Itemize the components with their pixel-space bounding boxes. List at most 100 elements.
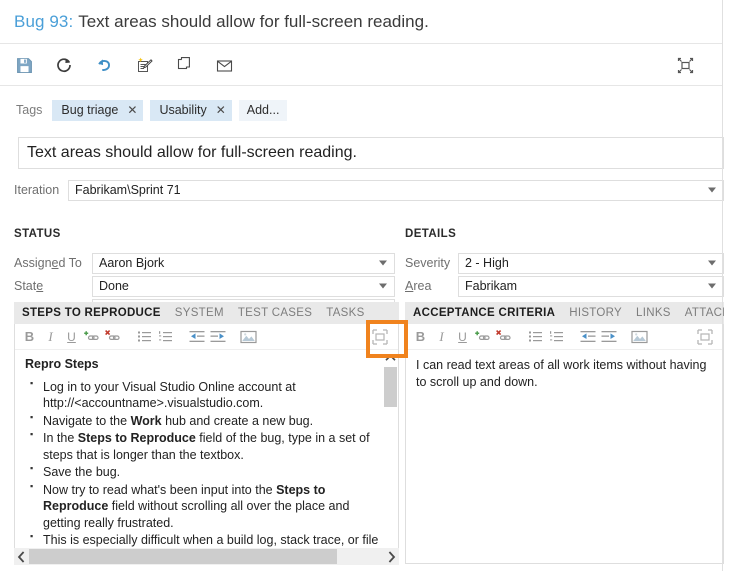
refresh-icon-glyph xyxy=(57,58,71,73)
close-icon[interactable]: ✕ xyxy=(127,103,137,117)
tag-chip[interactable]: Bug triage ✕ xyxy=(52,99,144,121)
tab-steps-to-reproduce[interactable]: STEPS TO REPRODUCE xyxy=(22,307,161,319)
undo-icon[interactable] xyxy=(84,49,124,81)
title-input[interactable]: Text areas should allow for full-screen … xyxy=(18,137,724,169)
details-heading: DETAILS xyxy=(405,228,457,240)
italic-icon[interactable]: I xyxy=(40,326,61,347)
state-combobox[interactable]: Done xyxy=(92,275,395,297)
chevron-down-icon[interactable] xyxy=(708,187,716,193)
field-assigned-to: Assigned To Aaron Bjork xyxy=(14,252,399,274)
severity-value: 2 - High xyxy=(465,256,509,270)
acceptance-criteria-panel: ACCEPTANCE CRITERIA HISTORY LINKS ATTACH… xyxy=(405,302,724,564)
left-rte-toolbar: B I U xyxy=(15,324,398,349)
maximize-icon[interactable] xyxy=(694,326,715,347)
tab-acceptance-criteria[interactable]: ACCEPTANCE CRITERIA xyxy=(413,307,555,319)
chevron-down-icon[interactable] xyxy=(708,283,716,289)
insert-image-icon[interactable] xyxy=(629,326,650,347)
repro-steps-heading: Repro Steps xyxy=(25,357,99,371)
insert-link-icon[interactable] xyxy=(82,326,103,347)
window-edge xyxy=(722,0,723,571)
steps-content: Repro Steps Log in to your Visual Studio… xyxy=(15,350,383,563)
severity-combobox[interactable]: 2 - High xyxy=(458,252,724,274)
steps-vertical-scrollbar[interactable] xyxy=(383,350,398,563)
underline-icon[interactable]: U xyxy=(61,326,82,347)
outdent-icon[interactable] xyxy=(186,326,207,347)
steps-body[interactable]: Repro Steps Log in to your Visual Studio… xyxy=(15,349,398,563)
area-combobox[interactable]: Fabrikam xyxy=(458,275,724,297)
scrollbar-thumb[interactable] xyxy=(29,549,337,564)
toolbar-sep xyxy=(619,326,629,347)
scrollbar-thumb[interactable] xyxy=(384,367,397,407)
numbered-list-icon[interactable] xyxy=(546,326,567,347)
undo-icon-glyph xyxy=(97,58,110,71)
tags-row: Tags Bug triage ✕ Usability ✕ Add... xyxy=(0,87,723,133)
chevron-down-icon[interactable] xyxy=(379,260,387,266)
bold-icon[interactable]: B xyxy=(410,326,431,347)
toolbar-sep xyxy=(176,326,186,347)
scroll-up-icon[interactable] xyxy=(383,350,398,366)
tab-attachment[interactable]: ATTACHMENT xyxy=(685,307,724,319)
outdent-icon[interactable] xyxy=(577,326,598,347)
new-linked-item-icon[interactable] xyxy=(124,49,164,81)
close-icon[interactable]: ✕ xyxy=(216,103,226,117)
area-label: Area xyxy=(405,279,432,293)
bullet-list-icon[interactable] xyxy=(134,326,155,347)
add-tag-button[interactable]: Add... xyxy=(238,99,288,121)
save-icon-glyph xyxy=(16,57,32,73)
iteration-row: Iteration Fabrikam\Sprint 71 xyxy=(14,179,724,201)
email-icon-glyph xyxy=(216,59,232,72)
assigned-to-label: Assigned To xyxy=(14,256,82,270)
tag-chip[interactable]: Usability ✕ xyxy=(150,99,232,121)
tab-history[interactable]: HISTORY xyxy=(569,307,622,319)
insert-image-icon[interactable] xyxy=(238,326,259,347)
steps-horizontal-scrollbar[interactable] xyxy=(14,548,399,565)
header-colon: : xyxy=(68,11,74,31)
italic-icon[interactable]: I xyxy=(431,326,452,347)
indent-icon[interactable] xyxy=(207,326,228,347)
bullet-list-icon[interactable] xyxy=(525,326,546,347)
work-item-id[interactable]: Bug 93 xyxy=(14,12,68,32)
chevron-down-icon[interactable] xyxy=(708,260,716,266)
refresh-icon[interactable] xyxy=(44,49,84,81)
numbered-list-icon[interactable] xyxy=(155,326,176,347)
tag-label: Usability xyxy=(159,103,207,117)
underline-icon[interactable]: U xyxy=(452,326,473,347)
bold-icon[interactable]: B xyxy=(19,326,40,347)
list-item: Log in to your Visual Studio Online acco… xyxy=(30,378,379,412)
indent-icon[interactable] xyxy=(598,326,619,347)
chevron-down-icon[interactable] xyxy=(379,283,387,289)
maximize-icon[interactable] xyxy=(369,326,390,347)
repro-steps-list: Log in to your Visual Studio Online acco… xyxy=(25,378,379,564)
insert-link-icon[interactable] xyxy=(473,326,494,347)
steps-rich-text-editor: B I U Repro Steps ▪ Log in to your Visua… xyxy=(14,324,399,564)
restore-down-icon[interactable] xyxy=(665,49,705,81)
state-label: State xyxy=(14,279,44,293)
tab-tasks[interactable]: TASKS xyxy=(326,307,364,319)
field-state: State Done xyxy=(14,275,399,297)
field-area: Area Fabrikam xyxy=(405,275,724,297)
acceptance-body[interactable]: I can read text areas of all work items … xyxy=(406,349,723,563)
iteration-value: Fabrikam\Sprint 71 xyxy=(75,183,181,197)
page-title: Text areas should allow for full-screen … xyxy=(78,11,429,31)
tab-system[interactable]: SYSTEM xyxy=(175,307,224,319)
scroll-right-icon[interactable] xyxy=(384,549,399,565)
toolbar-sep xyxy=(515,326,525,347)
remove-link-icon[interactable] xyxy=(103,326,124,347)
work-item-form: Bug 93: Text areas should allow for full… xyxy=(0,0,730,571)
tab-links[interactable]: LINKS xyxy=(636,307,671,319)
iteration-combobox[interactable]: Fabrikam\Sprint 71 xyxy=(68,179,724,201)
acceptance-rich-text-editor: B I U I can read text areas of all work … xyxy=(405,324,724,564)
assigned-to-combobox[interactable]: Aaron Bjork xyxy=(92,252,395,274)
tab-test-cases[interactable]: TEST CASES xyxy=(238,307,312,319)
iteration-label: Iteration xyxy=(14,183,60,197)
remove-link-icon[interactable] xyxy=(494,326,515,347)
toolbar-sep xyxy=(124,326,134,347)
copy-icon[interactable] xyxy=(164,49,204,81)
scroll-left-icon[interactable] xyxy=(14,549,29,565)
email-icon[interactable] xyxy=(204,49,244,81)
toolbar-sep xyxy=(567,326,577,347)
list-item: Navigate to the Work hub and create a ne… xyxy=(30,412,379,430)
tags-label: Tags xyxy=(16,103,43,117)
save-icon[interactable] xyxy=(4,49,44,81)
work-item-toolbar xyxy=(0,45,723,86)
